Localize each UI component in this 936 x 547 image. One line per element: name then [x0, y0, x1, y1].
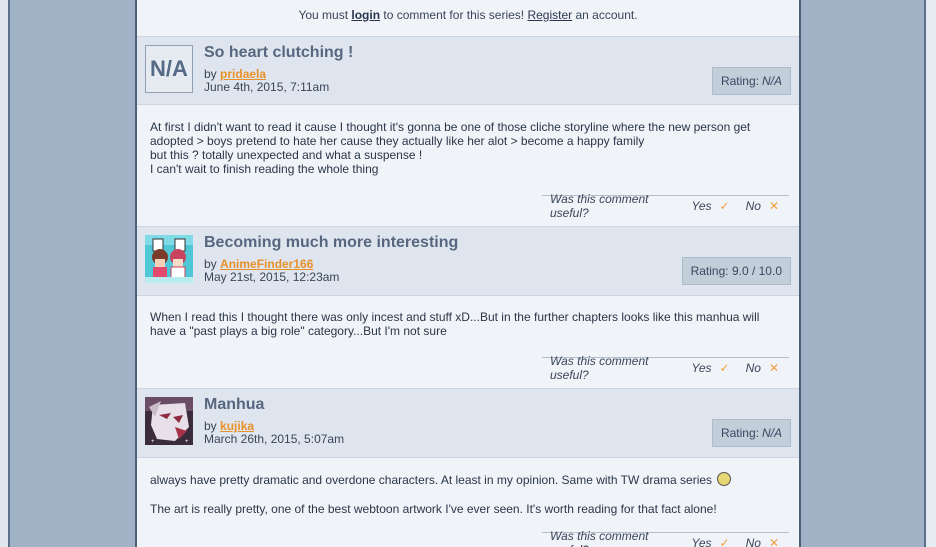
rating-label: Rating:	[720, 74, 759, 88]
notice-text: You must	[298, 8, 349, 22]
author-link[interactable]: AnimeFinder166	[220, 257, 313, 271]
avatar-placeholder: N/A	[145, 45, 193, 93]
comment-date: June 4th, 2015, 7:11am	[204, 80, 330, 94]
useful-vote: Was this comment useful? Yes ✓ No ✕	[542, 354, 789, 382]
svg-text:+: +	[151, 439, 155, 445]
login-link[interactable]: login	[351, 8, 380, 22]
vote-yes-label: Yes	[691, 535, 712, 547]
check-icon: ✓	[719, 535, 730, 547]
useful-question: Was this comment useful?	[550, 528, 649, 547]
comment-author-line: by AnimeFinder166	[204, 257, 313, 271]
comment-body: When I read this I thought there was onl…	[150, 310, 770, 338]
comment-body: always have pretty dramatic and overdone…	[150, 472, 770, 516]
useful-question: Was this comment useful?	[550, 353, 649, 382]
vote-yes-button[interactable]: Yes ✓	[684, 536, 730, 547]
by-label: by	[204, 419, 217, 433]
comment-body: At first I didn't want to read it cause …	[150, 120, 770, 176]
comment-title: Manhua	[204, 396, 265, 413]
page-edge-left	[0, 0, 8, 547]
vote-yes-label: Yes	[691, 198, 712, 213]
comment-text: The art is really pretty, one of the bes…	[150, 502, 717, 516]
comment-text: When I read this I thought there was onl…	[150, 310, 760, 338]
comment-text-line: always have pretty dramatic and overdone…	[150, 473, 713, 487]
comment-header: + + Manhua by kujika March 26th, 2015, 5…	[137, 388, 799, 458]
rating-value: N/A	[761, 74, 782, 88]
page-edge-right	[926, 0, 936, 547]
useful-vote: Was this comment useful? Yes ✓ No ✕	[542, 192, 789, 220]
avatar-image	[145, 235, 193, 283]
cross-icon: ✕	[768, 198, 779, 213]
comment-author-line: by pridaela	[204, 67, 266, 81]
comment-text: but this ? totally unexpected and what a…	[150, 148, 423, 162]
vote-no-label: No	[745, 198, 761, 213]
comment-header: N/A So heart clutching ! by pridaela Jun…	[137, 36, 799, 105]
author-link[interactable]: kujika	[220, 419, 254, 433]
login-notice: You must login to comment for this serie…	[137, 8, 799, 22]
comment-title: So heart clutching !	[204, 44, 354, 61]
author-link[interactable]: pridaela	[220, 67, 266, 81]
comment-header: Becoming much more interesting by AnimeF…	[137, 226, 799, 296]
notice-text: an account.	[575, 8, 638, 22]
by-label: by	[204, 257, 217, 271]
svg-text:+: +	[185, 439, 189, 445]
cross-icon: ✕	[768, 535, 779, 547]
comment-text: I can't wait to finish reading the whole…	[150, 162, 379, 176]
vote-yes-button[interactable]: Yes ✓	[684, 361, 730, 375]
vote-no-button[interactable]: No ✕	[738, 361, 779, 375]
notice-text: to comment for this series!	[383, 8, 525, 22]
cross-icon: ✕	[768, 360, 779, 375]
comments-panel: You must login to comment for this serie…	[135, 0, 801, 547]
vote-yes-label: Yes	[691, 360, 712, 375]
vote-no-button[interactable]: No ✕	[738, 536, 779, 547]
vote-no-button[interactable]: No ✕	[738, 199, 779, 213]
smiley-icon	[717, 472, 732, 486]
check-icon: ✓	[719, 360, 730, 375]
comment-title: Becoming much more interesting	[204, 234, 459, 251]
useful-question: Was this comment useful?	[550, 191, 649, 220]
rating-badge: Rating: N/A	[711, 419, 791, 447]
check-icon: ✓	[719, 198, 730, 213]
comment-date: May 21st, 2015, 12:23am	[204, 270, 340, 284]
avatar-image: + +	[145, 397, 193, 445]
comment-text: always have pretty dramatic and overdone…	[150, 472, 770, 487]
register-link[interactable]: Register	[527, 8, 572, 22]
vote-no-label: No	[745, 535, 761, 547]
rating-badge: Rating: 9.0 / 10.0	[681, 257, 791, 285]
rating-badge: Rating: N/A	[711, 67, 791, 95]
by-label: by	[204, 67, 217, 81]
useful-vote: Was this comment useful? Yes ✓ No ✕	[542, 528, 789, 547]
vote-no-label: No	[745, 360, 761, 375]
comment-author-line: by kujika	[204, 419, 254, 433]
vote-yes-button[interactable]: Yes ✓	[684, 199, 730, 213]
rating-label: Rating:	[720, 426, 759, 440]
comment-date: March 26th, 2015, 5:07am	[204, 432, 345, 446]
comment-text: At first I didn't want to read it cause …	[150, 120, 751, 148]
rating-value: N/A	[761, 426, 782, 440]
